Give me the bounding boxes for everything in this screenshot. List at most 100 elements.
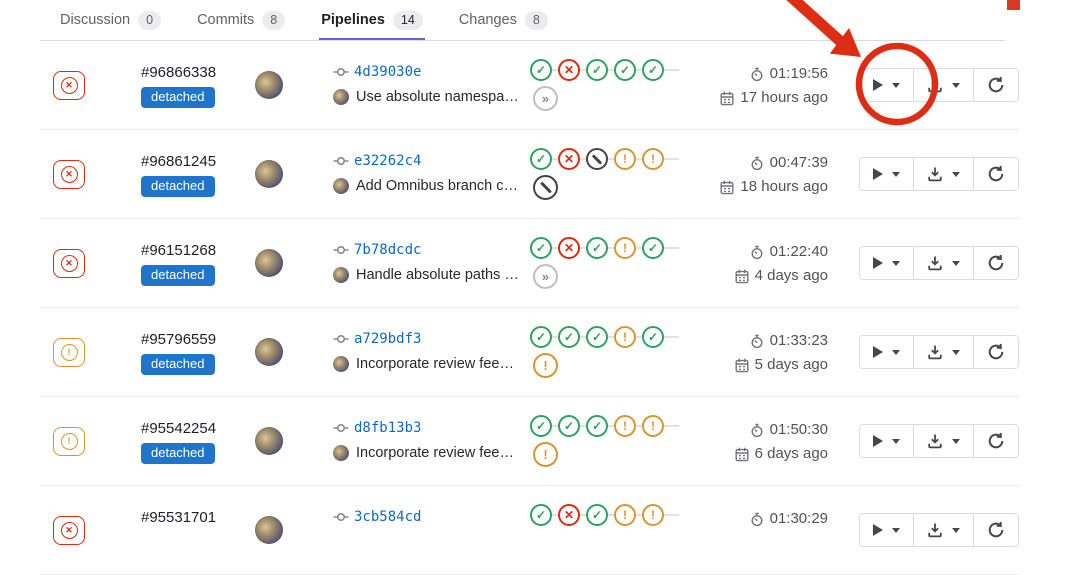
commit-message-link[interactable]: Use absolute namespa… (356, 89, 519, 105)
pipeline-id-link[interactable]: #96866338 (141, 63, 250, 82)
commit-sha-link[interactable]: 4d39030e (354, 64, 421, 80)
commit-author-avatar[interactable] (333, 89, 349, 105)
commit-message-link[interactable]: Add Omnibus branch c… (356, 178, 518, 194)
stage-icon-warning[interactable]: ! (614, 237, 636, 259)
stage-icon-failed[interactable]: ✕ (558, 59, 580, 81)
stage-icon-success[interactable]: ✓ (530, 415, 552, 437)
commit-sha-link[interactable]: e32262c4 (354, 153, 421, 169)
stage-icon-skipped[interactable] (533, 175, 558, 200)
retry-pipeline-button[interactable] (973, 69, 1018, 101)
retry-pipeline-button[interactable] (973, 336, 1018, 368)
pipeline-status-icon[interactable]: ✕ (53, 249, 85, 278)
stage-icon-expand[interactable]: » (533, 264, 558, 289)
manual-actions-dropdown-button[interactable] (860, 158, 913, 190)
artifacts-dropdown-button[interactable] (913, 336, 973, 368)
stage-icon-warning[interactable]: ! (533, 353, 558, 378)
pipeline-id-link[interactable]: #95531701 (141, 508, 250, 527)
stage-icon-success[interactable]: ✓ (586, 59, 608, 81)
tab-item[interactable]: Discussion 0 (58, 0, 163, 40)
pipeline-id-link[interactable]: #95796559 (141, 330, 250, 349)
detached-badge: detached (141, 176, 215, 197)
retry-pipeline-button[interactable] (973, 514, 1018, 546)
stage-icon-success[interactable]: ✓ (642, 59, 664, 81)
user-avatar[interactable] (255, 427, 283, 455)
commit-message-link[interactable]: Handle absolute paths … (356, 267, 519, 283)
pipeline-status-icon[interactable]: ! (53, 427, 85, 456)
artifacts-dropdown-button[interactable] (913, 158, 973, 190)
tab-item[interactable]: Commits 8 (195, 0, 287, 40)
stage-icon-success[interactable]: ✓ (530, 148, 552, 170)
stage-icon-failed[interactable]: ✕ (558, 504, 580, 526)
stage-icon-warning[interactable]: ! (614, 326, 636, 348)
stage-icon-warning[interactable]: ! (614, 148, 636, 170)
stage-icon-success[interactable]: ✓ (642, 326, 664, 348)
artifacts-dropdown-button[interactable] (913, 69, 973, 101)
pipeline-status-icon[interactable]: ✕ (53, 71, 85, 100)
mr-tab-bar: Discussion 0 Commits 8 Pipelines 14 Chan… (40, 0, 1005, 41)
stage-icon-warning[interactable]: ! (642, 415, 664, 437)
pipeline-status-icon[interactable]: ✕ (53, 516, 85, 545)
stage-icon-skipped[interactable] (586, 148, 608, 170)
commit-author-avatar[interactable] (333, 267, 349, 283)
commit-sha-link[interactable]: 7b78dcdc (354, 242, 421, 258)
commit-sha-link[interactable]: a729bdf3 (354, 331, 421, 347)
user-avatar[interactable] (255, 516, 283, 544)
stage-icon-warning[interactable]: ! (614, 415, 636, 437)
stage-icon-failed[interactable]: ✕ (558, 237, 580, 259)
retry-icon (987, 254, 1005, 272)
commit-message-link[interactable]: Incorporate review fee… (356, 445, 514, 461)
stage-icon-success[interactable]: ✓ (614, 59, 636, 81)
commit-author-avatar[interactable] (333, 445, 349, 461)
pipeline-status-icon[interactable]: ✕ (53, 160, 85, 189)
commit-author-avatar[interactable] (333, 178, 349, 194)
retry-pipeline-button[interactable] (973, 247, 1018, 279)
stage-icon-success[interactable]: ✓ (530, 59, 552, 81)
stage-icon-warning[interactable]: ! (533, 442, 558, 467)
manual-actions-dropdown-button[interactable] (860, 514, 913, 546)
stage-icon-success[interactable]: ✓ (530, 326, 552, 348)
download-icon (927, 522, 943, 538)
stage-icon-warning[interactable]: ! (642, 504, 664, 526)
pipeline-id-link[interactable]: #96151268 (141, 241, 250, 260)
user-avatar[interactable] (255, 71, 283, 99)
user-avatar[interactable] (255, 249, 283, 277)
stage-icon-failed[interactable]: ✕ (558, 148, 580, 170)
pipeline-mini-graph-extra (533, 531, 690, 556)
retry-pipeline-button[interactable] (973, 158, 1018, 190)
manual-actions-dropdown-button[interactable] (860, 247, 913, 279)
stage-icon-success[interactable]: ✓ (586, 504, 608, 526)
pipeline-mini-graph: ✓ ✓ ✓! ✓ (530, 326, 690, 348)
retry-pipeline-button[interactable] (973, 425, 1018, 457)
commit-author-avatar[interactable] (333, 356, 349, 372)
manual-actions-dropdown-button[interactable] (860, 425, 913, 457)
pipeline-status-icon[interactable]: ! (53, 338, 85, 367)
artifacts-dropdown-button[interactable] (913, 247, 973, 279)
manual-actions-dropdown-button[interactable] (860, 336, 913, 368)
stage-icon-success[interactable]: ✓ (642, 237, 664, 259)
stage-icon-warning[interactable]: ! (642, 148, 664, 170)
stage-icon-success[interactable]: ✓ (558, 415, 580, 437)
stage-icon-success[interactable]: ✓ (586, 237, 608, 259)
tab-item[interactable]: Pipelines 14 (319, 0, 425, 40)
user-avatar[interactable] (255, 338, 283, 366)
stage-icon-success[interactable]: ✓ (586, 326, 608, 348)
tab-item[interactable]: Changes 8 (457, 0, 550, 40)
detached-badge: detached (141, 87, 215, 108)
artifacts-dropdown-button[interactable] (913, 514, 973, 546)
pipeline-id-link[interactable]: #96861245 (141, 152, 250, 171)
stage-icon-expand[interactable]: » (533, 86, 558, 111)
stage-icon-warning[interactable]: ! (614, 504, 636, 526)
pipeline-id-link[interactable]: #95542254 (141, 419, 250, 438)
commit-sha-link[interactable]: 3cb584cd (354, 509, 421, 525)
commit-sha-link[interactable]: d8fb13b3 (354, 420, 421, 436)
manual-actions-dropdown-button[interactable] (860, 69, 913, 101)
commit-message-link[interactable]: Incorporate review fee… (356, 356, 514, 372)
artifacts-dropdown-button[interactable] (913, 425, 973, 457)
stopwatch-icon (750, 156, 764, 171)
stage-icon-success[interactable]: ✓ (530, 237, 552, 259)
user-avatar[interactable] (255, 160, 283, 188)
stage-icon-success[interactable]: ✓ (558, 326, 580, 348)
stage-icon-success[interactable]: ✓ (530, 504, 552, 526)
retry-icon (987, 432, 1005, 450)
stage-icon-success[interactable]: ✓ (586, 415, 608, 437)
